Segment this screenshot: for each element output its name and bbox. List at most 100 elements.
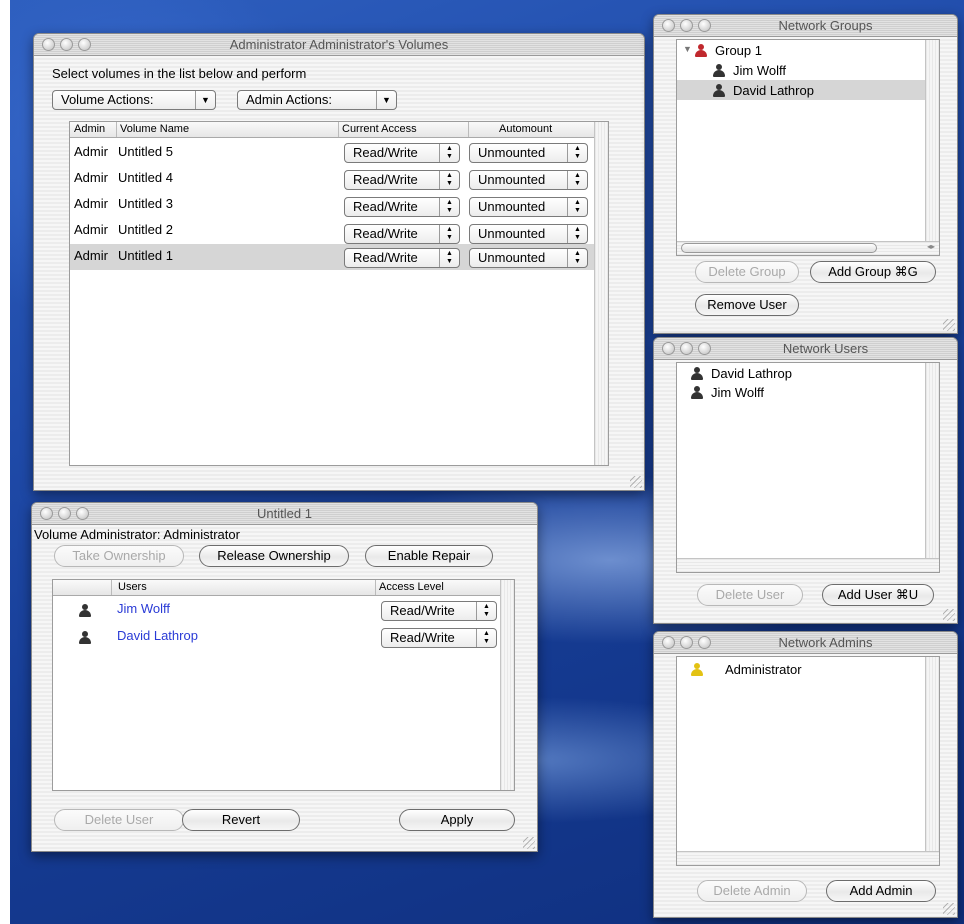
col-automount[interactable]: Automount — [468, 122, 593, 137]
access-popup[interactable]: Read/Write ▲ ▼ — [344, 143, 460, 163]
delete-user-button[interactable]: Delete User — [697, 584, 803, 606]
resize-grip[interactable] — [943, 609, 955, 621]
detail-titlebar[interactable]: Untitled 1 — [32, 503, 537, 525]
admin-actions-popup[interactable]: Admin Actions: ▼ — [237, 90, 397, 110]
users-list-hscrollbar[interactable] — [677, 558, 939, 572]
volumes-table: Admin Volume Name Current Access Automou… — [69, 121, 609, 466]
resize-grip[interactable] — [523, 837, 535, 849]
access-value: Read/Write — [353, 145, 418, 160]
automount-popup[interactable]: Unmounted ▲ ▼ — [469, 224, 588, 244]
automount-popup[interactable]: Unmounted ▲ ▼ — [469, 197, 588, 217]
close-window-button[interactable] — [42, 38, 55, 51]
admins-list-scrollbar[interactable] — [925, 657, 939, 851]
group-row[interactable]: ▼ Group 1 — [677, 42, 925, 60]
access-level-popup[interactable]: Read/Write ▲ ▼ — [381, 601, 497, 621]
zoom-window-button[interactable] — [698, 342, 711, 355]
volumes-vertical-scrollbar[interactable] — [594, 122, 608, 465]
chevron-down-icon: ▼ — [195, 91, 215, 109]
group-member-row[interactable]: Jim Wolff — [677, 61, 925, 80]
person-icon — [713, 64, 725, 77]
user-access-row[interactable]: David Lathrop Read/Write ▲ ▼ — [53, 625, 500, 651]
zoom-window-button[interactable] — [698, 636, 711, 649]
automount-popup[interactable]: Unmounted ▲ ▼ — [469, 143, 588, 163]
volume-row[interactable]: Admir Untitled 3 Read/Write ▲ ▼ Unmounted… — [70, 192, 594, 218]
add-user-button[interactable]: Add User ⌘U — [822, 584, 934, 606]
user-name-link[interactable]: David Lathrop — [117, 628, 198, 643]
add-group-button[interactable]: Add Group ⌘G — [810, 261, 936, 283]
apply-button[interactable]: Apply — [399, 809, 515, 831]
volume-actions-popup[interactable]: Volume Actions: ▼ — [52, 90, 216, 110]
network-user-row[interactable]: Jim Wolff — [677, 384, 925, 402]
volumes-titlebar[interactable]: Administrator Administrator's Volumes — [34, 34, 644, 56]
network-user-row[interactable]: David Lathrop — [677, 365, 925, 383]
automount-popup[interactable]: Unmounted ▲ ▼ — [469, 170, 588, 190]
close-window-button[interactable] — [662, 19, 675, 32]
col-users[interactable]: Users — [111, 580, 147, 595]
add-admin-button[interactable]: Add Admin — [826, 880, 936, 902]
revert-button[interactable]: Revert — [182, 809, 300, 831]
remove-user-button[interactable]: Remove User — [695, 294, 799, 316]
volume-row[interactable]: Admir Untitled 4 Read/Write ▲ ▼ Unmounted… — [70, 166, 594, 192]
minimize-window-button[interactable] — [680, 19, 693, 32]
delete-group-button[interactable]: Delete Group — [695, 261, 799, 283]
close-window-button[interactable] — [662, 636, 675, 649]
zoom-window-button[interactable] — [78, 38, 91, 51]
col-admin[interactable]: Admin — [74, 122, 105, 137]
automount-popup[interactable]: Unmounted ▲ ▼ — [469, 248, 588, 268]
volumes-window: Administrator Administrator's Volumes Se… — [33, 33, 645, 491]
close-window-button[interactable] — [662, 342, 675, 355]
release-ownership-button[interactable]: Release Ownership — [199, 545, 349, 567]
admins-list-hscrollbar[interactable] — [677, 851, 939, 865]
take-ownership-button[interactable]: Take Ownership — [54, 545, 184, 567]
access-popup[interactable]: Read/Write ▲ ▼ — [344, 224, 460, 244]
users-list-scrollbar[interactable] — [925, 363, 939, 558]
resize-grip[interactable] — [943, 319, 955, 331]
scroll-arrows-icon[interactable]: ◂▸ — [927, 242, 935, 251]
groups-titlebar[interactable]: Network Groups — [654, 15, 957, 37]
col-access-level[interactable]: Access Level — [375, 580, 444, 595]
resize-grip[interactable] — [943, 903, 955, 915]
network-admin-row[interactable]: Administrator — [677, 661, 925, 679]
col-current-access[interactable]: Current Access — [338, 122, 417, 137]
access-popup[interactable]: Read/Write ▲ ▼ — [344, 248, 460, 268]
volume-row-selected[interactable]: Admir Untitled 1 Read/Write ▲ ▼ Unmounted… — [70, 244, 594, 270]
window-controls — [662, 19, 711, 32]
horizontal-scroll-thumb[interactable] — [681, 243, 877, 253]
network-user-name: David Lathrop — [711, 366, 792, 381]
groups-outline: ▼ Group 1 Jim Wolff David Lathrop ◂▸ — [676, 39, 940, 256]
network-user-name: Jim Wolff — [711, 385, 764, 400]
delete-user-button[interactable]: Delete User — [54, 809, 184, 831]
user-name-link[interactable]: Jim Wolff — [117, 601, 170, 616]
groups-vertical-scrollbar[interactable] — [925, 40, 939, 241]
volume-row[interactable]: Admir Untitled 5 Read/Write ▲ ▼ Unmounted… — [70, 140, 594, 166]
resize-grip[interactable] — [630, 476, 642, 488]
zoom-window-button[interactable] — [76, 507, 89, 520]
enable-repair-button[interactable]: Enable Repair — [365, 545, 493, 567]
col-volume-name[interactable]: Volume Name — [116, 122, 189, 137]
minimize-window-button[interactable] — [58, 507, 71, 520]
user-access-row[interactable]: Jim Wolff Read/Write ▲ ▼ — [53, 598, 500, 624]
updown-arrows-icon: ▲ ▼ — [439, 249, 459, 267]
minimize-window-button[interactable] — [680, 636, 693, 649]
group-member-row-selected[interactable]: David Lathrop — [677, 80, 925, 100]
zoom-window-button[interactable] — [698, 19, 711, 32]
access-value: Read/Write — [353, 172, 418, 187]
users-titlebar[interactable]: Network Users — [654, 338, 957, 360]
member-name: Jim Wolff — [733, 63, 786, 78]
automount-value: Unmounted — [478, 250, 546, 265]
minimize-window-button[interactable] — [60, 38, 73, 51]
groups-horizontal-scrollbar[interactable]: ◂▸ — [677, 241, 939, 255]
delete-admin-button[interactable]: Delete Admin — [697, 880, 807, 902]
updown-arrows-icon: ▲ ▼ — [439, 225, 459, 243]
volumes-instructions: Select volumes in the list below and per… — [52, 66, 307, 81]
disclosure-triangle-icon[interactable]: ▼ — [683, 44, 692, 54]
access-level-value: Read/Write — [390, 630, 455, 645]
access-level-popup[interactable]: Read/Write ▲ ▼ — [381, 628, 497, 648]
access-popup[interactable]: Read/Write ▲ ▼ — [344, 197, 460, 217]
minimize-window-button[interactable] — [680, 342, 693, 355]
volume-row[interactable]: Admir Untitled 2 Read/Write ▲ ▼ Unmounted… — [70, 218, 594, 244]
access-popup[interactable]: Read/Write ▲ ▼ — [344, 170, 460, 190]
users-vertical-scrollbar[interactable] — [500, 580, 514, 790]
close-window-button[interactable] — [40, 507, 53, 520]
admins-titlebar[interactable]: Network Admins — [654, 632, 957, 654]
